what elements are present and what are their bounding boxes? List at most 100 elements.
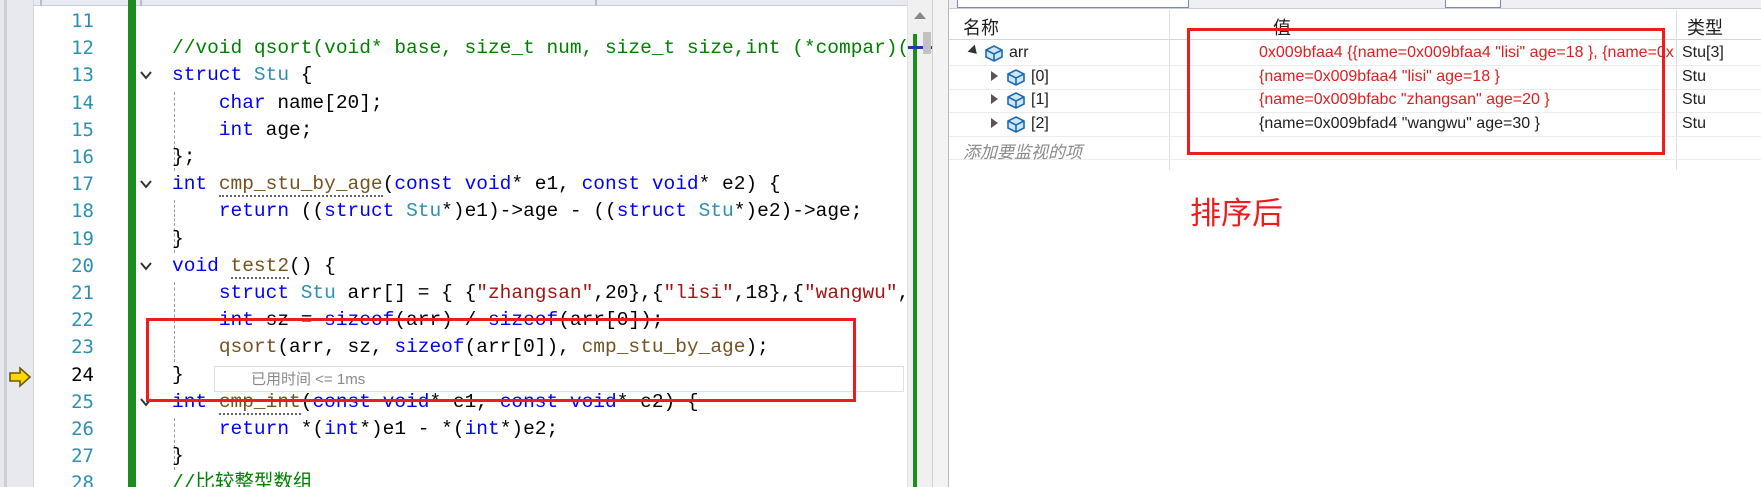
code-line[interactable]: return *(int*)e1 - *(int*)e2; xyxy=(172,416,558,443)
code-line[interactable]: void test2() { xyxy=(172,253,336,280)
code-token: void xyxy=(651,173,699,196)
structure-icon xyxy=(1005,90,1027,110)
code-line[interactable]: }; xyxy=(172,144,195,171)
scroll-up-icon[interactable] xyxy=(914,12,926,19)
code-line[interactable]: //比较整型数组 xyxy=(172,470,312,487)
code-line[interactable]: return ((struct Stu*)e1)->age - ((struct… xyxy=(172,198,863,225)
code-token: cmp_stu_by_age xyxy=(218,173,383,198)
watch-toolbar xyxy=(949,0,1761,9)
line-number: 25 xyxy=(71,390,94,413)
code-token: int xyxy=(172,173,208,196)
fold-chevron-icon[interactable] xyxy=(139,171,153,207)
code-token: *)e2; xyxy=(499,418,559,440)
code-token: char xyxy=(218,91,266,114)
breakpoint-column[interactable] xyxy=(4,0,7,487)
code-line[interactable]: struct Stu arr[] = { {"zhangsan",20},{"l… xyxy=(172,280,907,307)
outlining-margin[interactable] xyxy=(136,0,172,487)
annotation-label: 排序后 xyxy=(1190,196,1283,232)
expand-triangle-icon[interactable] xyxy=(991,70,998,81)
code-token: test2 xyxy=(230,254,290,279)
code-token: () { xyxy=(289,254,336,277)
line-number: 11 xyxy=(71,10,94,32)
line-number: 26 xyxy=(71,418,94,440)
code-token: ,30} xyxy=(898,282,907,304)
code-token: struct xyxy=(218,282,290,304)
code-line[interactable]: int cmp_stu_by_age(const void* e1, const… xyxy=(172,171,781,198)
watch-item-name[interactable]: arr xyxy=(1009,44,1029,62)
annotation-box-code xyxy=(146,318,856,402)
code-line[interactable]: } xyxy=(172,443,184,470)
code-token: ,18},{ xyxy=(733,282,804,304)
column-header-type[interactable]: 类型 xyxy=(1687,14,1723,40)
collapse-triangle-icon[interactable] xyxy=(967,44,981,58)
code-line[interactable]: int age; xyxy=(172,117,313,144)
code-token: return xyxy=(218,418,290,440)
code-token: (( xyxy=(289,200,325,223)
line-number: 13 xyxy=(71,64,94,87)
code-token: Stu xyxy=(406,200,442,223)
code-token: int xyxy=(218,118,254,141)
annotation-box-values xyxy=(1187,28,1665,155)
code-token: *)e1)->age - (( xyxy=(441,200,617,223)
code-editor[interactable]: 11 12 13 14 15 16 17 18 19 20 21 22 23 24 25 26 27 28 已用时… xyxy=(0,0,948,487)
structure-icon xyxy=(983,43,1005,63)
code-token: Stu xyxy=(698,200,734,223)
watch-item-type: Stu xyxy=(1682,114,1707,132)
glyph-margin[interactable] xyxy=(0,0,34,487)
watch-item-type: Stu xyxy=(1682,91,1707,108)
expand-triangle-icon[interactable] xyxy=(991,117,998,128)
code-token: //比较整型数组 xyxy=(172,472,313,487)
line-number: 21 xyxy=(71,282,94,304)
watch-item-name[interactable]: [2] xyxy=(1031,115,1049,133)
code-line[interactable]: } xyxy=(172,226,184,253)
line-number: 27 xyxy=(71,445,94,468)
code-line[interactable]: //void qsort(void* base, size_t num, siz… xyxy=(172,35,907,62)
code-token: *( xyxy=(289,418,325,440)
code-token: age; xyxy=(253,118,313,141)
code-token: const xyxy=(581,173,641,196)
add-watch-placeholder[interactable]: 添加要监视的项 xyxy=(963,138,1082,163)
code-token: } xyxy=(172,445,184,468)
code-token: "zhangsan" xyxy=(476,282,594,304)
search-depth-input[interactable] xyxy=(1445,0,1501,8)
splitter[interactable] xyxy=(932,0,948,487)
code-token: * e1, xyxy=(511,173,582,196)
code-line[interactable]: char name[20]; xyxy=(172,90,383,117)
line-number: 16 xyxy=(71,146,94,168)
code-token: const xyxy=(394,173,453,196)
line-number: 20 xyxy=(71,254,94,277)
line-number: 24 xyxy=(71,363,94,386)
code-token: Stu xyxy=(253,64,290,87)
scrollbar-thumb[interactable] xyxy=(923,32,931,54)
code-token: } xyxy=(172,227,184,250)
watch-item-type: Stu xyxy=(1682,67,1707,85)
code-token: ,20},{ xyxy=(593,282,664,304)
fold-chevron-icon[interactable] xyxy=(139,62,153,98)
line-number: 23 xyxy=(71,336,94,359)
current-statement-arrow-icon xyxy=(9,366,32,388)
line-number: 22 xyxy=(71,309,94,332)
watch-item-name[interactable]: [1] xyxy=(1031,91,1049,109)
code-token: arr[] = { { xyxy=(335,282,477,304)
line-number: 12 xyxy=(71,37,94,60)
watch-item-name[interactable]: [0] xyxy=(1031,68,1049,86)
fold-chevron-icon[interactable] xyxy=(139,253,153,289)
editor-vertical-scrollbar[interactable] xyxy=(907,0,933,487)
watch-search-input[interactable] xyxy=(957,0,1189,8)
code-token: struct xyxy=(172,64,243,87)
code-token: void xyxy=(464,173,512,196)
structure-icon xyxy=(1005,67,1027,87)
code-text-area[interactable]: 已用时间 <= 1ms //void qsort(void* base, siz… xyxy=(172,0,907,487)
expand-triangle-icon[interactable] xyxy=(991,94,998,104)
code-line[interactable]: struct Stu { xyxy=(172,62,312,89)
column-header-name[interactable]: 名称 xyxy=(963,14,999,40)
line-number: 17 xyxy=(71,173,94,196)
